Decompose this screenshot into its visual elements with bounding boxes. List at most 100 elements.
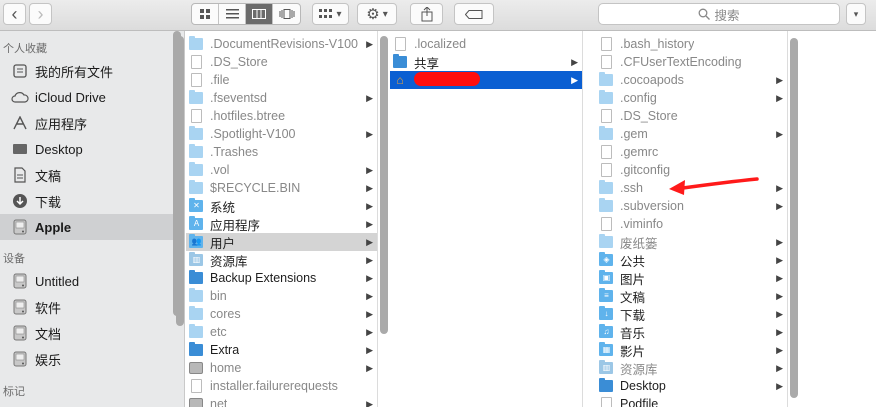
search-field[interactable]: 搜索	[598, 3, 840, 25]
library-folder-icon: ▥	[599, 360, 613, 375]
file-row[interactable]: .cocoapods ▶	[596, 71, 787, 89]
file-row[interactable]: ↓ 下载 ▶	[596, 305, 787, 323]
file-row[interactable]: etc ▶	[186, 323, 377, 341]
coverflow-view-icon	[279, 9, 294, 19]
back-button[interactable]: ‹	[3, 3, 26, 25]
file-row[interactable]: .gemrc	[596, 143, 787, 161]
file-row[interactable]: ▣ 图片 ▶	[596, 269, 787, 287]
column-root-scrollbar[interactable]	[380, 36, 388, 334]
disk-icon	[10, 324, 30, 342]
file-row[interactable]: .Trashes	[186, 143, 377, 161]
document-icon	[599, 109, 613, 123]
file-row[interactable]: 👥 用户 ▶	[186, 233, 377, 251]
file-row[interactable]: .vol ▶	[186, 161, 377, 179]
sidebar-item-软件[interactable]: 软件	[0, 294, 184, 320]
file-row[interactable]: .DS_Store	[596, 107, 787, 125]
column-view-button[interactable]	[246, 4, 273, 24]
tags-button[interactable]	[454, 3, 494, 25]
file-row[interactable]: home ▶	[186, 359, 377, 377]
home-icon: ⌂	[396, 73, 404, 87]
disclosure-arrow-icon: ▶	[776, 200, 783, 211]
sidebar-item-文档[interactable]: 文档	[0, 320, 184, 346]
file-row[interactable]: .config ▶	[596, 89, 787, 107]
file-row[interactable]: 共享 ▶	[390, 53, 582, 71]
sidebar-item-desktop[interactable]: Desktop	[0, 136, 184, 162]
share-button[interactable]	[410, 3, 443, 25]
file-row[interactable]: .file	[186, 71, 377, 89]
file-name: .gem	[620, 127, 648, 141]
folder-icon	[393, 54, 407, 69]
file-row[interactable]: .CFUserTextEncoding	[596, 53, 787, 71]
sidebar-item-娱乐[interactable]: 娱乐	[0, 346, 184, 372]
system-folder-icon: ✕	[189, 198, 203, 213]
file-row[interactable]: Desktop ▶	[596, 377, 787, 395]
sidebar-item-我的所有文件[interactable]: 我的所有文件	[0, 58, 184, 84]
folder-icon	[599, 198, 613, 213]
coverflow-view-button[interactable]	[273, 4, 300, 24]
file-row[interactable]: .bash_history	[596, 35, 787, 53]
file-row[interactable]: $RECYCLE.BIN ▶	[186, 179, 377, 197]
column-home-scrollbar[interactable]	[790, 38, 798, 398]
disk-icon	[10, 298, 30, 316]
disclosure-arrow-icon: ▶	[776, 272, 783, 283]
file-row[interactable]: .DocumentRevisions-V100 ▶	[186, 35, 377, 53]
folder-icon	[189, 36, 203, 51]
file-row[interactable]: Podfile	[596, 395, 787, 407]
redaction-mark	[414, 72, 480, 86]
file-row[interactable]: ♫ 音乐 ▶	[596, 323, 787, 341]
file-row[interactable]: .hotfiles.btree	[186, 107, 377, 125]
action-button[interactable]: ⚙ ▾	[357, 3, 397, 25]
sidebar-item-应用程序[interactable]: 应用程序	[0, 110, 184, 136]
file-row[interactable]: ▦ 影片 ▶	[596, 341, 787, 359]
folder-icon	[189, 126, 203, 141]
toolbar-overflow-button[interactable]: ▾	[846, 3, 866, 25]
file-row[interactable]: net ▶	[186, 395, 377, 407]
disclosure-arrow-icon: ▶	[571, 56, 578, 67]
file-row[interactable]: Extra ▶	[186, 341, 377, 359]
file-row[interactable]: installer.failurerequests	[186, 377, 377, 395]
file-row[interactable]: .gem ▶	[596, 125, 787, 143]
list-view-button[interactable]	[219, 4, 246, 24]
folder-icon	[599, 126, 613, 141]
file-row[interactable]: .viminfo	[596, 215, 787, 233]
sidebar-item-下载[interactable]: 下载	[0, 188, 184, 214]
file-row[interactable]: Backup Extensions ▶	[186, 269, 377, 287]
sidebar-item-untitled[interactable]: Untitled	[0, 268, 184, 294]
sidebar-scrollbar-thumb[interactable]	[176, 36, 184, 326]
file-row[interactable]: .localized	[390, 35, 582, 53]
icon-view-button[interactable]	[192, 4, 219, 24]
sidebar-item-apple[interactable]: Apple	[0, 214, 184, 240]
forward-button[interactable]: ›	[29, 3, 52, 25]
file-name: .gemrc	[620, 145, 659, 159]
file-row[interactable]: cores ▶	[186, 305, 377, 323]
sidebar-item-label: Untitled	[35, 273, 80, 289]
sidebar-item-文稿[interactable]: 文稿	[0, 162, 184, 188]
folder-icon	[599, 180, 613, 195]
file-row[interactable]: ▥ 资源库 ▶	[186, 251, 377, 269]
file-name: 公共	[620, 254, 646, 269]
documents-folder-icon: ≡	[599, 288, 613, 303]
column-users: .localized 共享 ▶ ⌂ ▶	[390, 31, 583, 407]
file-name: 资源库	[620, 362, 658, 377]
file-row[interactable]: ▥ 资源库 ▶	[596, 359, 787, 377]
document-icon	[189, 379, 203, 393]
arrange-button[interactable]: ▾	[312, 3, 349, 25]
icon-view-icon	[199, 8, 210, 19]
cloud-icon	[10, 88, 30, 106]
file-row[interactable]: bin ▶	[186, 287, 377, 305]
file-row[interactable]: 废纸篓 ▶	[596, 233, 787, 251]
file-row[interactable]: ◈ 公共 ▶	[596, 251, 787, 269]
file-name: .hotfiles.btree	[210, 109, 286, 123]
file-name: .DS_Store	[210, 55, 268, 69]
disclosure-arrow-icon: ▶	[776, 326, 783, 337]
file-row[interactable]: ≡ 文稿 ▶	[596, 287, 787, 305]
file-row[interactable]: ✕ 系统 ▶	[186, 197, 377, 215]
folder-icon	[189, 306, 203, 321]
file-row[interactable]: .Spotlight-V100 ▶	[186, 125, 377, 143]
file-row[interactable]: A 应用程序 ▶	[186, 215, 377, 233]
file-row[interactable]: .DS_Store	[186, 53, 377, 71]
sidebar: 个人收藏 我的所有文件 iCloud Drive 应用程序 Desktop 文稿 下载 Ap…	[0, 31, 185, 407]
file-row[interactable]: .fseventsd ▶	[186, 89, 377, 107]
chevron-right-icon: ›	[37, 4, 44, 24]
sidebar-item-icloud-drive[interactable]: iCloud Drive	[0, 84, 184, 110]
